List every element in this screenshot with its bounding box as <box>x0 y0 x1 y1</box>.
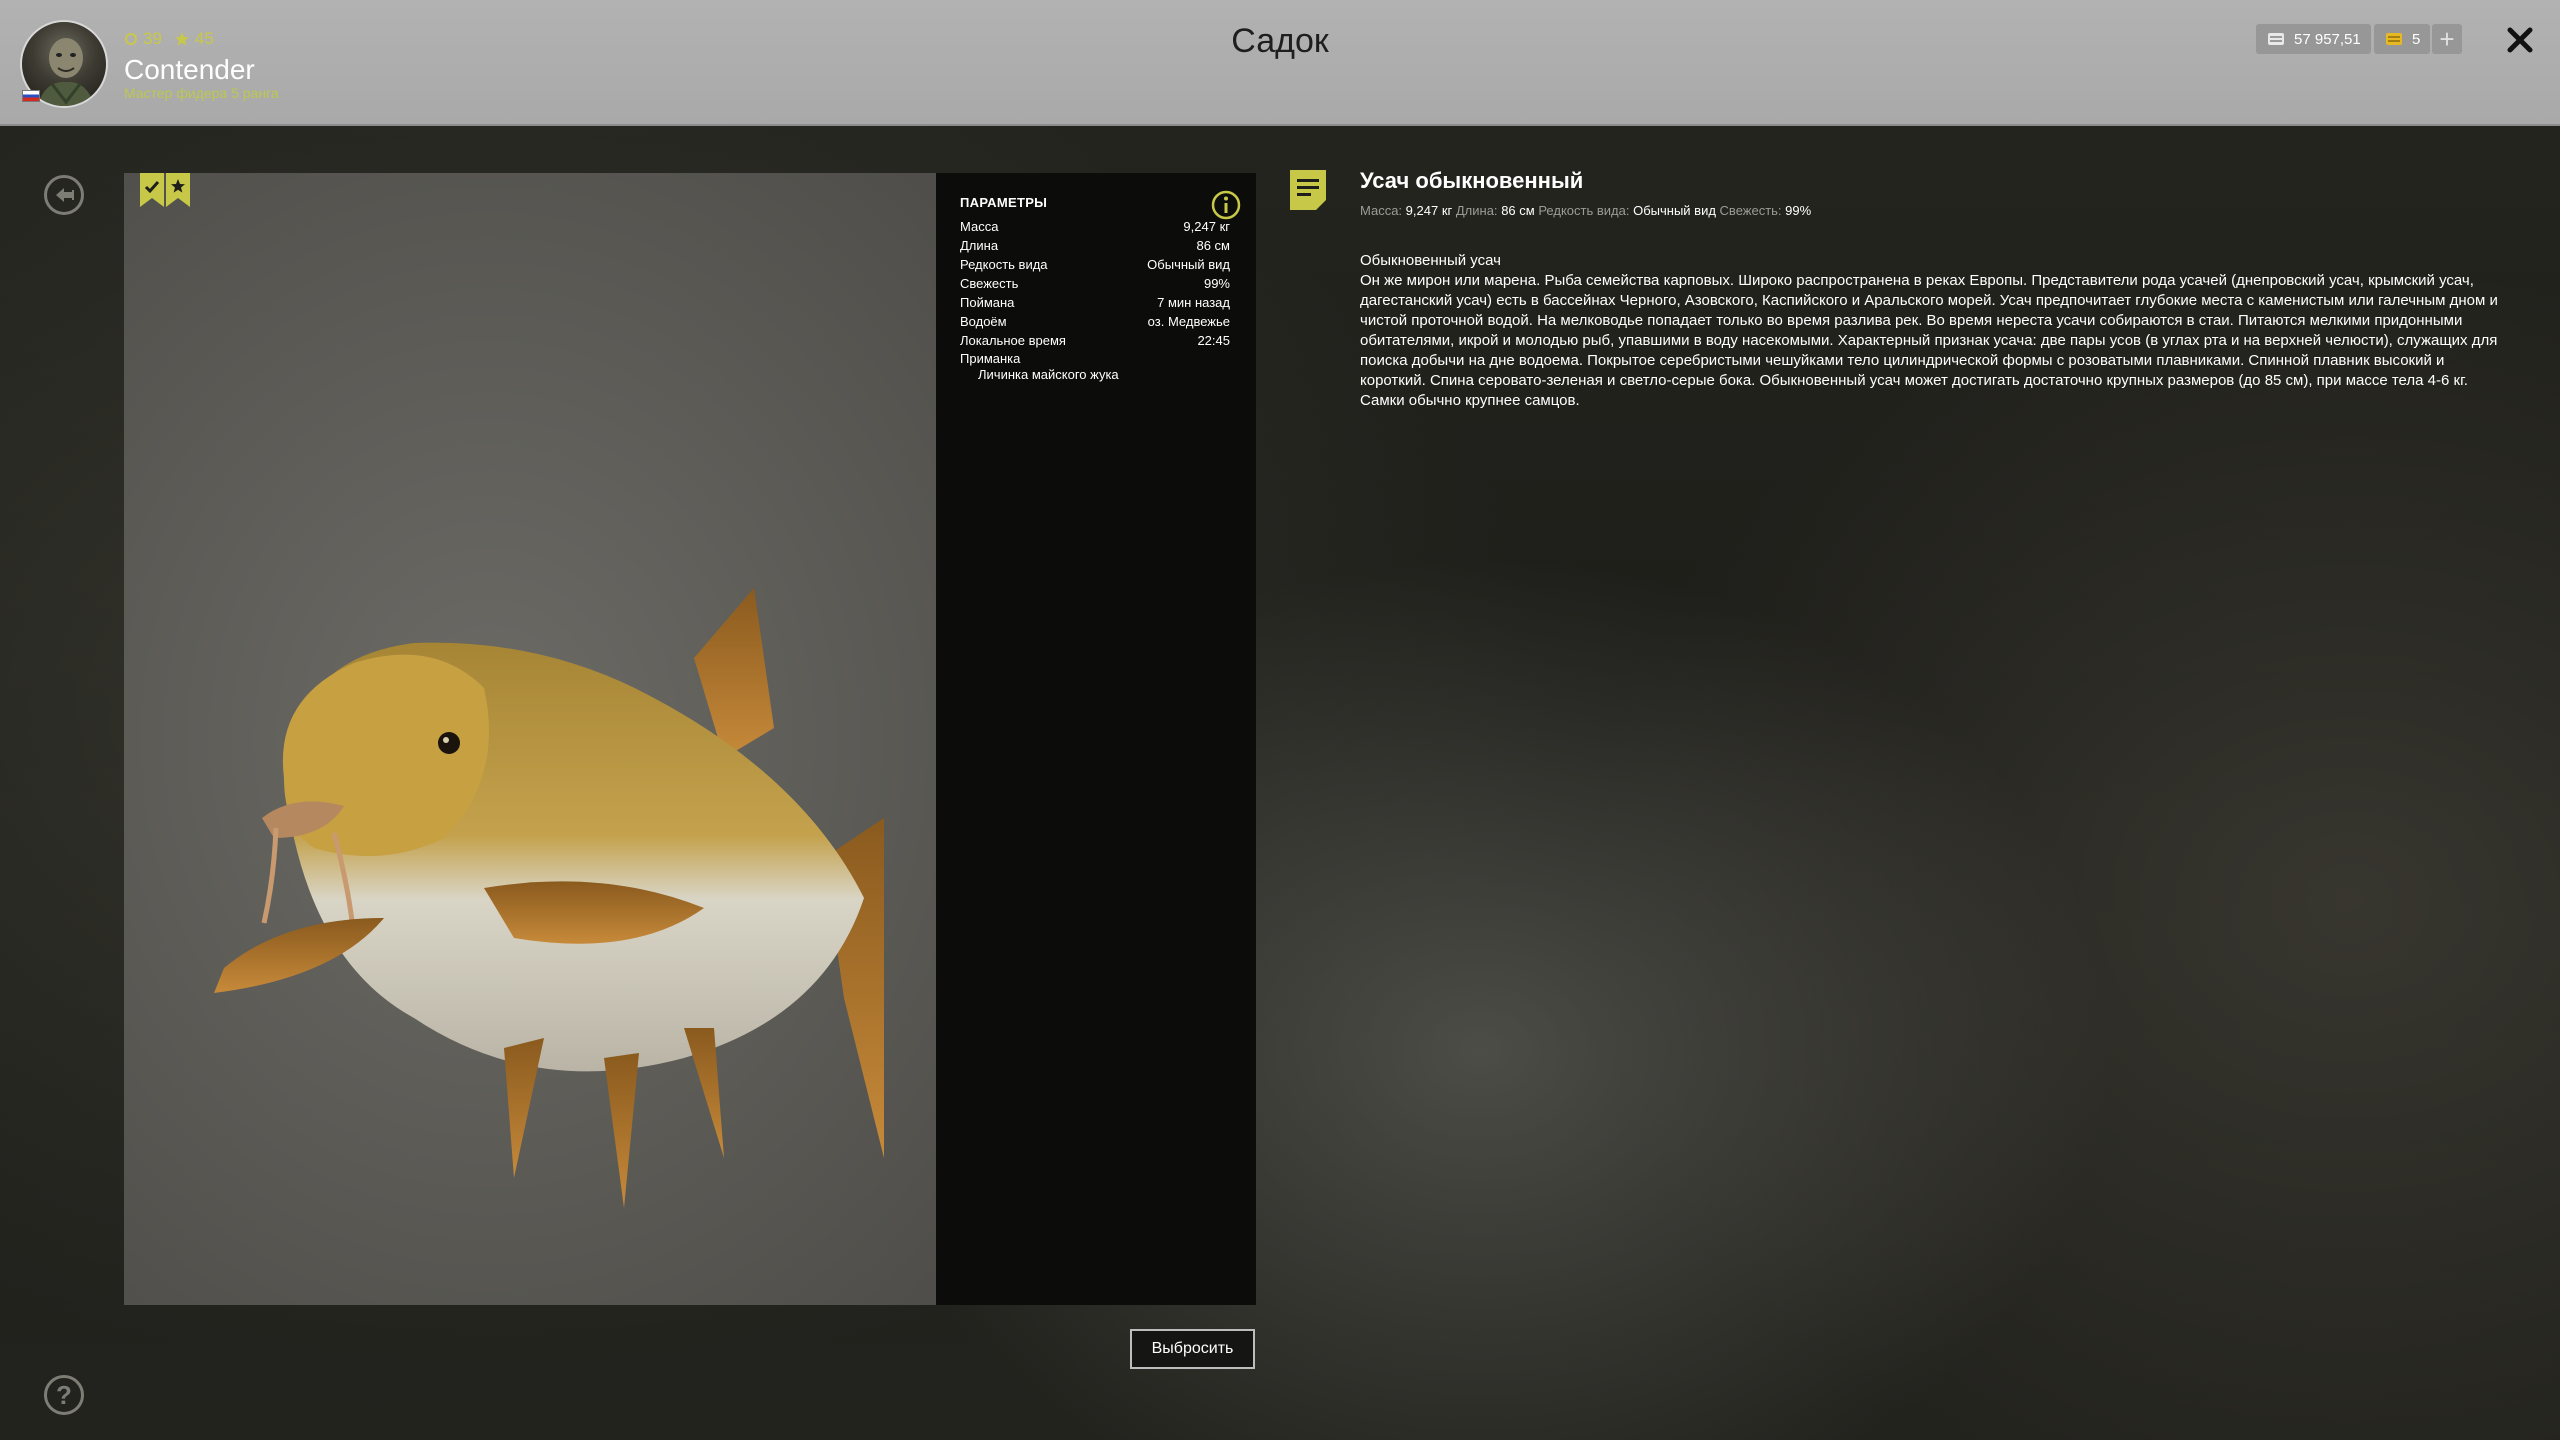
param-label: Длина <box>960 238 999 253</box>
param-row-water-body: Водоём оз. Медвежье <box>960 312 1230 331</box>
help-button[interactable]: ? <box>44 1375 84 1415</box>
gold-coins-icon <box>2386 33 2402 45</box>
silver-coins-icon <box>2268 33 2284 45</box>
summary-length-value: 86 см <box>1501 203 1535 218</box>
fish-3d-viewer[interactable] <box>124 173 936 1305</box>
summary-freshness-label: Свежесть: <box>1719 203 1782 218</box>
param-value: Обычный вид <box>1147 257 1230 272</box>
param-label: Масса <box>960 219 999 234</box>
top-bar: 39 45 Contender Мастер фидера 5 ранга Са… <box>0 0 2560 126</box>
summary-rarity-label: Редкость вида: <box>1538 203 1630 218</box>
add-currency-button[interactable]: + <box>2432 24 2462 54</box>
close-button[interactable] <box>2502 22 2538 58</box>
fish-badges <box>140 173 190 207</box>
param-label: Свежесть <box>960 276 1019 291</box>
description-subtitle: Обыкновенный усач <box>1360 252 1501 269</box>
param-row-mass: Масса 9,247 кг <box>960 217 1230 236</box>
parameters-title: ПАРАМЕТРЫ <box>960 195 1048 210</box>
bait-label: Приманка <box>960 351 1021 366</box>
back-button[interactable] <box>44 175 84 215</box>
param-value: 99% <box>1203 276 1230 291</box>
star-bookmark-icon[interactable] <box>166 173 190 207</box>
param-label: Поймана <box>960 295 1015 310</box>
gold-balance: 5 <box>2374 24 2431 54</box>
summary-mass-value: 9,247 кг <box>1405 203 1453 218</box>
param-row-rarity: Редкость вида Обычный вид <box>960 255 1230 274</box>
page-title: Садок <box>1231 22 1329 60</box>
param-label: Водоём <box>960 314 1007 329</box>
checked-bookmark-icon[interactable] <box>140 173 164 207</box>
barbel-fish-model <box>214 588 884 1208</box>
country-flag-icon <box>22 90 40 102</box>
summary-rarity-value: Обычный вид <box>1633 203 1716 218</box>
player-rank: Мастер фидера 5 ранга <box>124 85 279 101</box>
param-value: 7 мин назад <box>1157 295 1230 310</box>
summary-freshness-value: 99% <box>1785 203 1812 218</box>
param-label: Локальное время <box>960 333 1066 348</box>
param-row-local-time: Локальное время 22:45 <box>960 331 1230 350</box>
bait-value: Личинка майского жука <box>978 367 1119 382</box>
param-value: оз. Медвежье <box>1147 314 1230 329</box>
param-value: 22:45 <box>1197 333 1230 348</box>
back-arrow-icon <box>56 188 74 202</box>
param-label: Редкость вида <box>960 257 1048 272</box>
fish-summary-line: Масса: 9,247 кг Длина: 86 см Редкость ви… <box>1360 203 1811 218</box>
summary-length-label: Длина: <box>1455 203 1498 218</box>
gold-balance-value: 5 <box>2412 30 2421 48</box>
param-row-length: Длина 86 см <box>960 236 1230 255</box>
summary-mass-label: Масса: <box>1360 203 1403 218</box>
param-row-caught: Поймана 7 мин назад <box>960 293 1230 312</box>
close-icon <box>2507 27 2533 53</box>
silver-balance: 57 957,51 <box>2256 24 2371 54</box>
fish-species-name: Усач обыкновенный <box>1360 168 1584 193</box>
silver-balance-value: 57 957,51 <box>2294 30 2361 48</box>
parameters-list: Масса 9,247 кг Длина 86 см Редкость вида… <box>960 217 1230 382</box>
discard-fish-button[interactable]: Выбросить <box>1130 1329 1255 1369</box>
description-text: Он же мирон или марена. Рыба семейства к… <box>1360 272 2498 409</box>
param-value: 86 см <box>1196 238 1230 253</box>
param-row-freshness: Свежесть 99% <box>960 274 1230 293</box>
description-note-icon <box>1290 170 1326 210</box>
param-value: 9,247 кг <box>1183 219 1230 234</box>
fish-parameters-panel: ПАРАМЕТРЫ Масса 9,247 кг Длина 86 см Ред… <box>936 173 1256 1305</box>
